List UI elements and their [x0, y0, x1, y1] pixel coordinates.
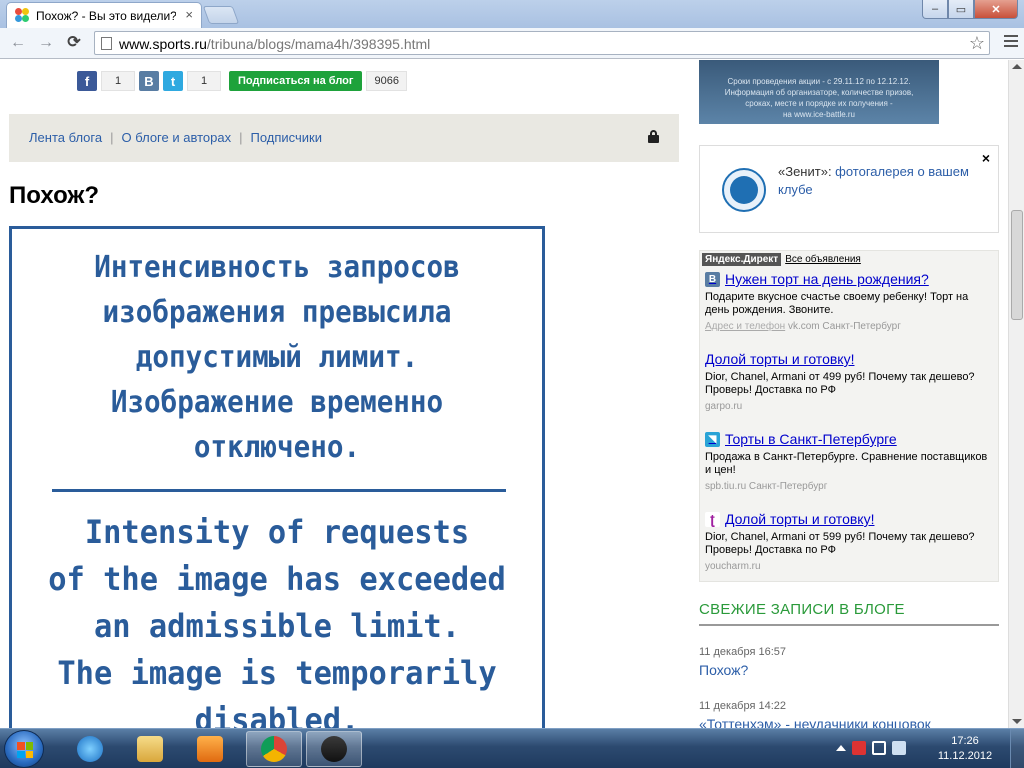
scroll-up-icon[interactable]	[1012, 64, 1022, 69]
taskbar-media-player[interactable]	[182, 731, 238, 767]
new-tab-button[interactable]	[202, 6, 240, 24]
blocked-image-placeholder: Интенсивность запросов изображения превы…	[9, 226, 545, 728]
ad-item: Долой торты и готовку! Dior, Chanel, Arm…	[705, 351, 995, 412]
ad-description: Подарите вкусное счастье своему ребенку!…	[705, 291, 969, 316]
fresh-post-link[interactable]: Похож?	[699, 662, 999, 678]
promo-banner[interactable]: Сроки проведения акции - с 29.11.12 по 1…	[699, 60, 939, 124]
close-window-button[interactable]: ✕	[974, 0, 1018, 19]
all-ads-link[interactable]: Все объявления	[785, 254, 861, 265]
minimize-button[interactable]: –	[922, 0, 948, 19]
ad-title-link[interactable]: Долой торты и готовку!	[725, 511, 874, 527]
lock-icon[interactable]	[648, 130, 659, 143]
ad-address-link[interactable]: Адрес и телефон	[705, 321, 785, 332]
fresh-post-item: 11 декабря 16:57 Похож?	[699, 646, 999, 678]
zenit-close-icon[interactable]: ×	[982, 150, 990, 166]
tab-title: Похож? - Вы это видели?	[36, 9, 176, 23]
scroll-down-icon[interactable]	[1012, 719, 1022, 724]
taskbar-ie[interactable]	[62, 731, 118, 767]
volume-icon[interactable]	[892, 741, 906, 755]
taskbar-chrome[interactable]	[246, 731, 302, 767]
folder-icon	[137, 736, 163, 762]
tab-close-icon[interactable]: ×	[185, 7, 193, 22]
ad-item: B Нужен торт на день рождения? Подарите в…	[705, 271, 995, 332]
internet-explorer-icon	[77, 736, 103, 762]
blog-nav-feed[interactable]: Лента блога	[29, 130, 102, 145]
yandex-direct-ads: Яндекс.Директ Все объявления B Нужен торт…	[699, 250, 999, 582]
page-scrollbar[interactable]	[1008, 60, 1024, 728]
taskbar-explorer[interactable]	[122, 731, 178, 767]
window-controls: – ▭ ✕	[922, 0, 1018, 20]
tiu-icon: ◥	[705, 431, 720, 447]
twitter-share-count: 1	[187, 71, 221, 91]
ad-description: Dior, Chanel, Armani от 499 руб! Почему …	[705, 371, 975, 396]
ad-title-link[interactable]: Долой торты и готовку!	[705, 351, 854, 367]
windows-taskbar: 17:26 11.12.2012	[0, 728, 1024, 768]
system-tray	[836, 741, 906, 755]
browser-toolbar: ← → ⟳ www.sports.ru/tribuna/blogs/mama4h…	[0, 28, 1024, 59]
blocked-image-text-ru: Интенсивность запросов изображения превы…	[94, 250, 460, 465]
blog-nav-subscribers[interactable]: Подписчики	[250, 130, 322, 145]
tray-expand-icon[interactable]	[836, 745, 846, 751]
blog-nav: Лента блога | О блоге и авторах | Подпис…	[9, 114, 679, 162]
reload-button[interactable]: ⟳	[64, 33, 84, 53]
windows-logo-icon	[17, 742, 33, 758]
blocked-image-text-en: Intensity of requests of the image has e…	[48, 513, 506, 728]
zenit-widget: × «Зенит»: фотогалерея о вашем клубе	[699, 145, 999, 233]
show-desktop-button[interactable]	[1010, 729, 1024, 768]
sports-ru-favicon-icon	[15, 8, 30, 23]
back-button[interactable]: ←	[8, 33, 28, 53]
subscribers-count: 9066	[366, 71, 407, 91]
ad-source: garpo.ru	[705, 401, 743, 412]
vk-icon: B	[705, 271, 720, 287]
ad-source: vk.com Санкт-Петербург	[787, 321, 901, 332]
ad-description: Dior, Chanel, Armani от 599 руб! Почему …	[705, 531, 975, 556]
vkontakte-share-icon[interactable]: B	[139, 71, 159, 91]
chrome-menu-icon[interactable]	[1004, 35, 1018, 50]
fresh-post-date: 11 декабря 16:57	[699, 646, 787, 658]
maximize-button[interactable]: ▭	[948, 0, 974, 19]
ad-item: ◥ Торты в Санкт-Петербурге Продажа в Санк…	[705, 431, 995, 492]
subscribe-blog-button[interactable]: Подписаться на блог	[229, 71, 363, 91]
zenit-logo-icon[interactable]	[722, 168, 766, 212]
browser-tab[interactable]: Похож? - Вы это видели? ×	[6, 2, 202, 28]
ad-title-link[interactable]: Торты в Санкт-Петербурге	[725, 431, 897, 447]
facebook-share-count: 1	[101, 71, 135, 91]
forward-button[interactable]: →	[36, 33, 56, 53]
url-text[interactable]: www.sports.ru/tribuna/blogs/mama4h/39839…	[119, 36, 430, 52]
blog-nav-about[interactable]: О блоге и авторах	[122, 130, 232, 145]
page-viewport: f 1 B t 1 Подписаться на блог 9066 Лента…	[0, 60, 1008, 728]
zenit-text: «Зенит»: фотогалерея о вашем клубе	[778, 164, 969, 197]
network-icon[interactable]	[872, 741, 886, 755]
fresh-post-link[interactable]: «Тоттенхэм» - неудачники концовок	[699, 716, 999, 728]
fresh-post-item: 11 декабря 14:22 «Тоттенхэм» - неудачник…	[699, 700, 999, 728]
ad-title-link[interactable]: Нужен торт на день рождения?	[725, 271, 929, 287]
action-center-icon[interactable]	[852, 741, 866, 755]
facebook-share-icon[interactable]: f	[77, 71, 97, 91]
taskbar-steam[interactable]	[306, 731, 362, 767]
ad-item: ʈ Долой торты и готовку! Dior, Chanel, Ar…	[705, 511, 995, 572]
steam-icon	[321, 736, 347, 762]
twitter-share-icon[interactable]: t	[163, 71, 183, 91]
fresh-post-date: 11 декабря 14:22	[699, 700, 787, 712]
scroll-thumb[interactable]	[1011, 210, 1023, 320]
page-icon	[101, 37, 112, 50]
taskbar-clock[interactable]: 17:26 11.12.2012	[930, 734, 1000, 764]
fresh-posts-heading: СВЕЖИЕ ЗАПИСИ В БЛОГЕ	[699, 601, 999, 626]
blocked-image-divider	[52, 489, 506, 492]
yandex-direct-badge[interactable]: Яндекс.Директ	[702, 253, 782, 266]
clock-time: 17:26	[951, 735, 979, 747]
share-bar: f 1 B t 1 Подписаться на блог 9066	[77, 71, 407, 91]
ad-description: Продажа в Санкт-Петербурге. Сравнение по…	[705, 451, 988, 476]
bookmark-star-icon[interactable]: ☆	[969, 33, 985, 54]
chrome-icon	[261, 736, 287, 762]
ad-source: spb.tiu.ru Санкт-Петербург	[705, 481, 828, 492]
address-bar[interactable]: www.sports.ru/tribuna/blogs/mama4h/39839…	[94, 31, 990, 55]
youcharm-icon: ʈ	[705, 511, 720, 527]
ad-source: youcharm.ru	[705, 561, 761, 572]
post-title: Похож?	[9, 182, 100, 209]
browser-titlebar: Похож? - Вы это видели? × – ▭ ✕	[0, 0, 1024, 28]
start-button[interactable]	[4, 730, 44, 768]
clock-date: 11.12.2012	[937, 750, 993, 762]
media-player-icon	[197, 736, 223, 762]
